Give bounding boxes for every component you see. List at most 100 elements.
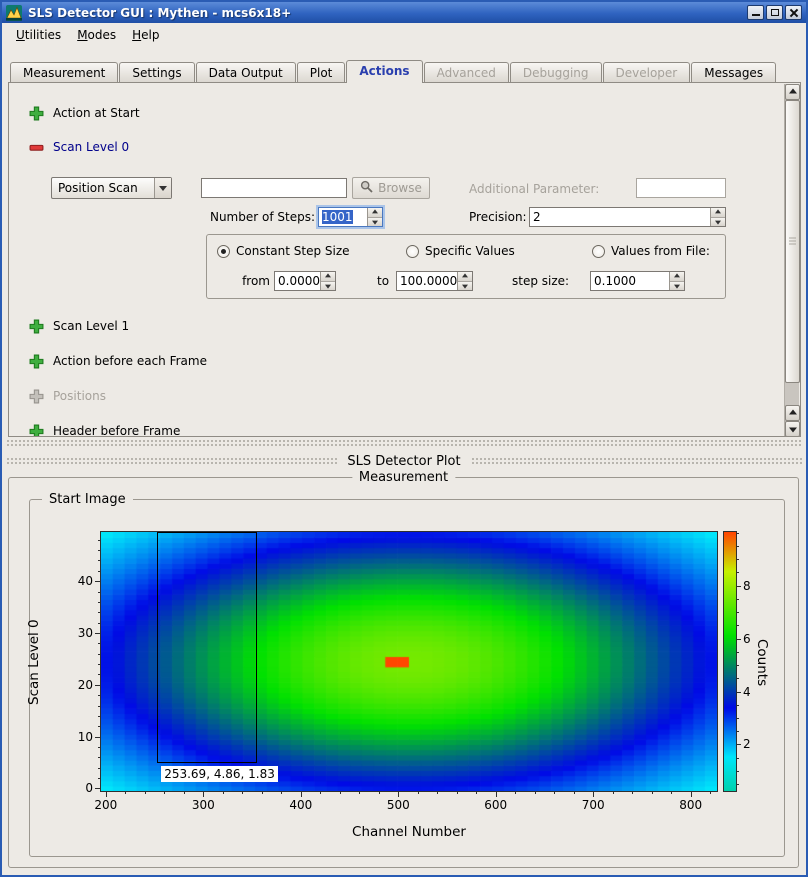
colorbar-tick-label: 2 bbox=[743, 737, 751, 751]
step-size-spinbox[interactable]: 0.1000 bbox=[590, 271, 685, 291]
tab-data-output[interactable]: Data Output bbox=[196, 62, 296, 82]
expand-plus-icon[interactable] bbox=[29, 424, 44, 438]
radio-specific-values[interactable]: Specific Values bbox=[406, 243, 515, 259]
x-minor-tick bbox=[184, 791, 185, 794]
precision-spinbox[interactable]: 2 bbox=[529, 207, 726, 227]
radio-values-from-file[interactable]: Values from File: bbox=[592, 243, 710, 259]
tab-debugging[interactable]: Debugging bbox=[510, 62, 602, 82]
tab-measurement[interactable]: Measurement bbox=[10, 62, 118, 82]
x-tick-label: 700 bbox=[582, 798, 605, 812]
from-spinbox[interactable]: 0.0000 bbox=[274, 271, 336, 291]
x-tick-label: 400 bbox=[289, 798, 312, 812]
app-icon bbox=[6, 5, 22, 21]
tab-messages[interactable]: Messages bbox=[691, 62, 776, 82]
x-minor-tick bbox=[145, 791, 146, 794]
colorbar-minor-tick bbox=[736, 705, 739, 706]
spin-down-button[interactable] bbox=[458, 282, 472, 291]
y-minor-tick bbox=[98, 571, 101, 572]
radio-constant-step-size[interactable]: Constant Step Size bbox=[217, 243, 350, 259]
x-minor-tick bbox=[379, 791, 380, 794]
menu-help[interactable]: Help bbox=[124, 25, 167, 45]
to-spinbox[interactable]: 100.0000 bbox=[396, 271, 473, 291]
spin-down-button[interactable] bbox=[670, 282, 684, 291]
scan-mode-select[interactable]: Position Scan bbox=[51, 177, 172, 199]
window: SLS Detector GUI : Mythen - mcs6x18+ Uti… bbox=[0, 0, 808, 877]
y-tick bbox=[95, 581, 101, 582]
measurement-group-title: Measurement bbox=[352, 470, 455, 485]
action-row-header-before-frame[interactable]: Header before Frame bbox=[29, 423, 180, 437]
tab-actions[interactable]: Actions bbox=[346, 60, 422, 83]
colorbar-tick bbox=[736, 586, 741, 587]
minimize-button[interactable] bbox=[747, 5, 764, 20]
zoom-selection-rect[interactable] bbox=[157, 532, 257, 763]
expand-plus-icon[interactable] bbox=[29, 319, 44, 334]
combo-drop-button[interactable] bbox=[154, 178, 171, 198]
scrollbar-thumb[interactable] bbox=[785, 100, 800, 383]
menu-bar: Utilities Modes Help bbox=[2, 23, 806, 47]
action-row-positions[interactable]: Positions bbox=[29, 388, 106, 404]
x-tick-label: 300 bbox=[192, 798, 215, 812]
colorbar: 2468 bbox=[723, 531, 737, 792]
x-minor-tick bbox=[262, 791, 263, 794]
action-row-label: Action at Start bbox=[53, 106, 140, 120]
x-minor-tick bbox=[320, 791, 321, 794]
action-row-start[interactable]: Action at Start bbox=[29, 105, 140, 121]
additional-parameter-input[interactable] bbox=[636, 178, 726, 198]
expand-plus-icon[interactable] bbox=[29, 354, 44, 369]
cursor-readout: 253.69, 4.86, 1.83 bbox=[161, 766, 278, 782]
maximize-button[interactable] bbox=[766, 5, 783, 20]
tab-developer[interactable]: Developer bbox=[603, 62, 691, 82]
radio-label: Values from File: bbox=[611, 244, 710, 258]
tab-settings[interactable]: Settings bbox=[119, 62, 194, 82]
step-size-value: 0.1000 bbox=[591, 272, 669, 290]
tab-advanced[interactable]: Advanced bbox=[424, 62, 509, 82]
y-minor-tick bbox=[98, 592, 101, 593]
spin-down-button[interactable] bbox=[711, 218, 725, 227]
x-tick-label: 200 bbox=[94, 798, 117, 812]
scroll-down-button[interactable] bbox=[785, 421, 800, 437]
browse-button[interactable]: Browse bbox=[352, 177, 430, 199]
chevron-down-icon bbox=[159, 186, 167, 195]
close-button[interactable] bbox=[785, 5, 802, 20]
heatmap-plot[interactable]: 253.69, 4.86, 1.83 200300400500600700800… bbox=[100, 531, 718, 792]
radio-indicator bbox=[592, 245, 605, 258]
y-minor-tick bbox=[98, 664, 101, 665]
spin-up-button[interactable] bbox=[458, 272, 472, 282]
spin-up-button[interactable] bbox=[711, 208, 725, 218]
x-tick bbox=[301, 791, 302, 797]
dock-handle-texture bbox=[6, 457, 337, 466]
action-row-scan0[interactable]: Scan Level 0 bbox=[29, 139, 129, 155]
colorbar-minor-tick bbox=[736, 784, 739, 785]
y-tick-label: 0 bbox=[85, 781, 93, 795]
tab-plot[interactable]: Plot bbox=[297, 62, 346, 82]
splitter-handle[interactable] bbox=[6, 439, 802, 448]
action-row-scan1[interactable]: Scan Level 1 bbox=[29, 318, 129, 334]
spin-up-button[interactable] bbox=[670, 272, 684, 282]
scroll-up-button[interactable] bbox=[785, 84, 800, 100]
spin-down-button[interactable] bbox=[368, 218, 382, 227]
x-minor-tick bbox=[535, 791, 536, 794]
plot-dock-titlebar[interactable]: SLS Detector Plot bbox=[6, 452, 802, 471]
scroll-up-button-2[interactable] bbox=[785, 405, 800, 421]
colorbar-title: Counts bbox=[754, 580, 770, 745]
menu-utilities[interactable]: Utilities bbox=[8, 25, 69, 45]
vertical-scrollbar[interactable] bbox=[784, 84, 799, 437]
x-minor-tick bbox=[652, 791, 653, 794]
spin-up-button[interactable] bbox=[368, 208, 382, 218]
y-minor-tick bbox=[98, 706, 101, 707]
num-steps-spinbox[interactable]: 1001 bbox=[318, 207, 383, 227]
y-minor-tick bbox=[98, 695, 101, 696]
collapse-minus-icon[interactable] bbox=[29, 140, 44, 155]
menu-modes[interactable]: Modes bbox=[69, 25, 124, 45]
script-file-input[interactable] bbox=[201, 178, 347, 198]
y-minor-tick bbox=[98, 550, 101, 551]
y-minor-tick bbox=[98, 757, 101, 758]
title-bar[interactable]: SLS Detector GUI : Mythen - mcs6x18+ bbox=[2, 2, 806, 23]
y-tick bbox=[95, 788, 101, 789]
spin-up-button[interactable] bbox=[321, 272, 335, 282]
expand-plus-icon[interactable] bbox=[29, 106, 44, 121]
spin-down-button[interactable] bbox=[321, 282, 335, 291]
colorbar-minor-tick bbox=[736, 652, 739, 653]
expand-plus-icon-disabled[interactable] bbox=[29, 389, 44, 404]
action-row-before-frame[interactable]: Action before each Frame bbox=[29, 353, 207, 369]
